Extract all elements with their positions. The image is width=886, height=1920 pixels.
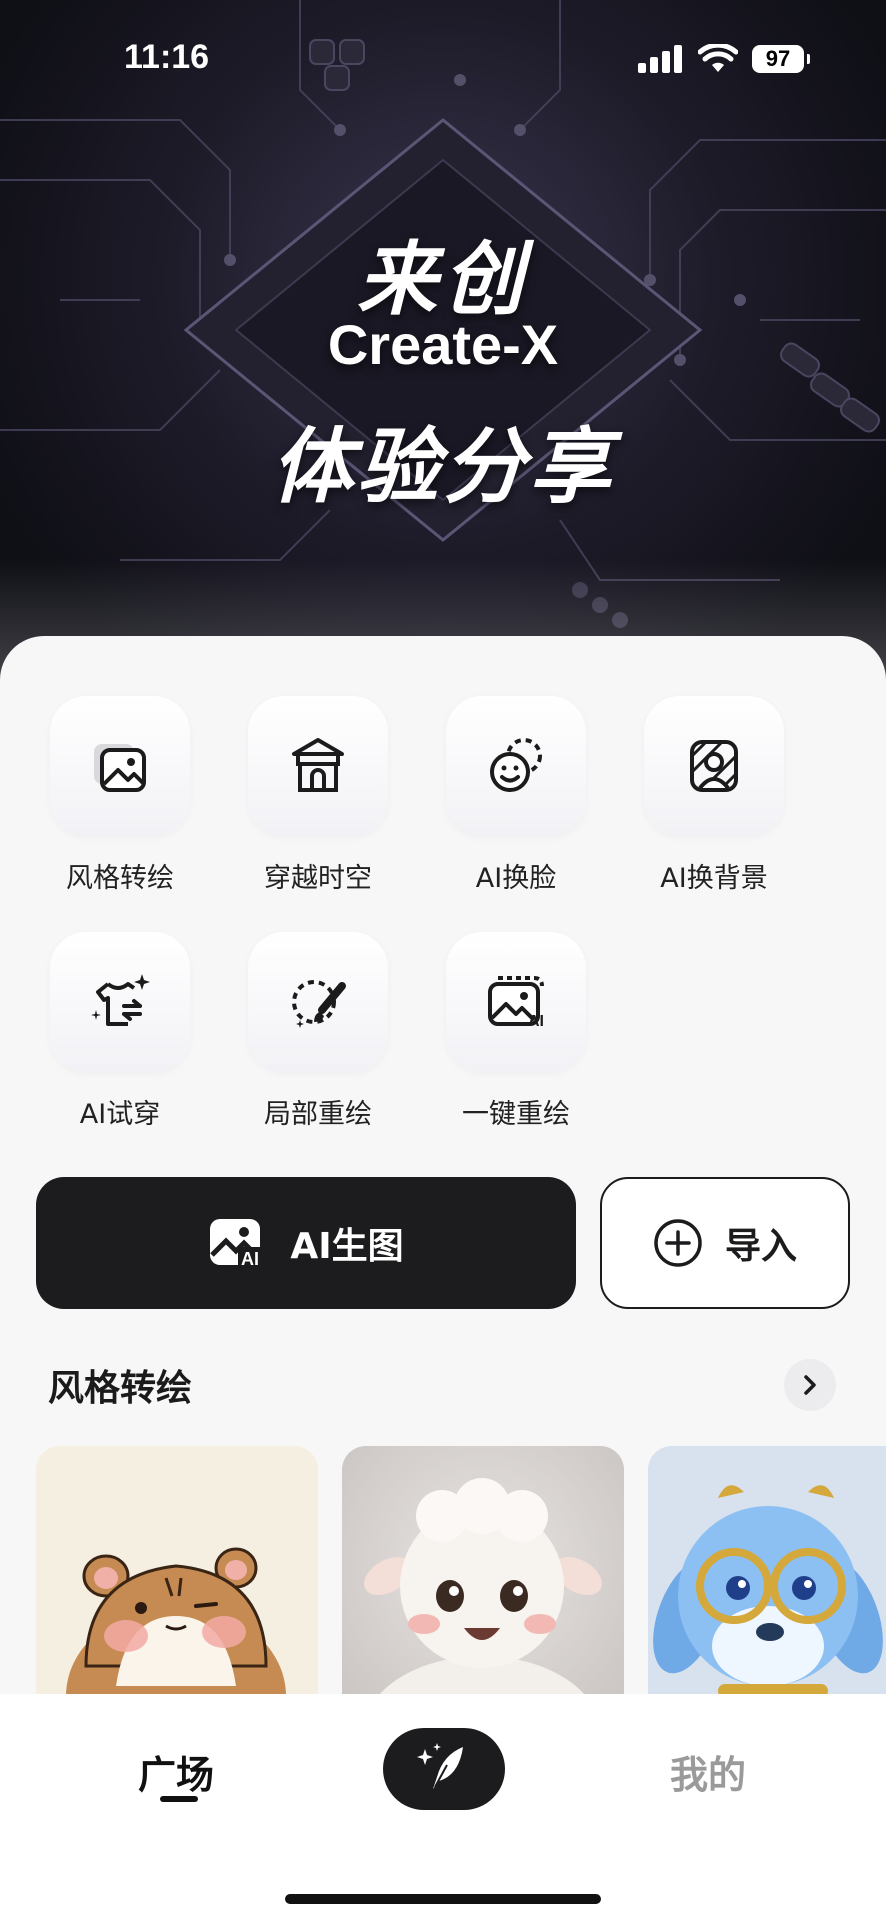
feature-label: 局部重绘: [264, 1099, 372, 1130]
tab-home[interactable]: 广场: [138, 1744, 214, 1799]
feature-label: 风格转绘: [66, 863, 174, 894]
svg-text:AI: AI: [528, 1013, 544, 1030]
plus-circle-icon: [654, 1219, 702, 1267]
feature-time-travel[interactable]: 穿越时空: [238, 696, 398, 895]
ai-generate-button[interactable]: AI AI生图: [36, 1177, 576, 1309]
hero-title-en: Create-X: [327, 313, 559, 376]
hero-subtitle: 体验分享: [271, 420, 615, 515]
image-stack-icon: [94, 744, 146, 792]
import-button[interactable]: 导入: [600, 1177, 850, 1309]
status-bar: 11:16 97: [0, 0, 886, 120]
feature-tile: [248, 696, 388, 836]
tshirt-sparkle-icon: [91, 974, 150, 1026]
wifi-icon: [698, 44, 738, 72]
hamster-illustration: [36, 1446, 318, 1706]
feature-label: AI换背景: [660, 863, 768, 894]
style-card[interactable]: [36, 1446, 318, 1706]
style-card[interactable]: [648, 1446, 886, 1706]
cellular-signal-icon: [638, 45, 682, 73]
feature-style-transfer[interactable]: 风格转绘: [40, 696, 200, 895]
status-time: 11:16: [124, 38, 210, 76]
bottom-tab-bar: 广场 我的: [0, 1694, 886, 1920]
feature-try-on[interactable]: AI试穿: [40, 932, 200, 1131]
feature-label: 穿越时空: [264, 863, 372, 894]
feature-one-click-redraw[interactable]: AI 一键重绘: [436, 932, 596, 1131]
svg-text:AI: AI: [241, 1249, 259, 1269]
brush-selection-icon: [292, 980, 346, 1028]
quill-sparkle-icon: [417, 1743, 463, 1789]
style-card[interactable]: [342, 1446, 624, 1706]
feature-label: 一键重绘: [462, 1099, 570, 1130]
feature-tile: [644, 696, 784, 836]
lamb-3d-render: [342, 1446, 624, 1706]
battery-indicator: 97: [752, 45, 810, 73]
ai-generate-label: AI生图: [290, 1226, 404, 1267]
tab-active-indicator: [160, 1796, 198, 1802]
section-more-button[interactable]: [784, 1359, 836, 1411]
section-title: 风格转绘: [48, 1368, 193, 1409]
portrait-background-icon: [690, 740, 738, 792]
feature-tile: [248, 932, 388, 1072]
feature-background-swap[interactable]: AI换背景: [634, 696, 794, 895]
feature-tile: [446, 696, 586, 836]
status-icons: 97: [638, 44, 810, 74]
feature-inpaint[interactable]: 局部重绘: [238, 932, 398, 1131]
face-swap-icon: [490, 738, 542, 792]
pavilion-icon: [292, 738, 344, 792]
feature-tile: [50, 932, 190, 1072]
home-indicator: [285, 1894, 601, 1904]
image-ai-icon: AI: [488, 976, 544, 1030]
hero-banner[interactable]: 来创 Create-X 体验分享 11:16 97: [0, 0, 886, 700]
tab-mine[interactable]: 我的: [670, 1744, 746, 1799]
feature-label: AI试穿: [79, 1099, 161, 1130]
feature-label: AI换脸: [475, 863, 557, 894]
style-cards-carousel[interactable]: [36, 1446, 886, 1706]
feature-tile: [50, 696, 190, 836]
tab-create-button[interactable]: [383, 1728, 505, 1810]
chevron-right-icon: [804, 1375, 816, 1395]
feature-tile: AI: [446, 932, 586, 1072]
import-label: 导入: [724, 1226, 797, 1267]
image-ai-icon: AI: [210, 1219, 267, 1269]
puppy-glasses-render: [648, 1446, 886, 1706]
feature-face-swap[interactable]: AI换脸: [436, 696, 596, 895]
